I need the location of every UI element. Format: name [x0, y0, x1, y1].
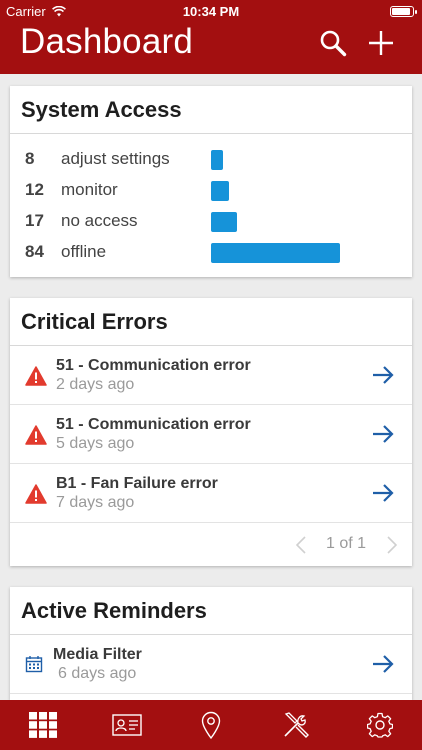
search-button[interactable] — [318, 28, 348, 58]
access-bar — [211, 243, 340, 263]
page-indicator: 1 of 1 — [326, 535, 367, 552]
reminder-row[interactable]: Media Filter 6 days ago — [10, 635, 412, 694]
arrow-right-icon[interactable] — [372, 483, 394, 503]
gear-icon — [367, 712, 393, 738]
tab-locations[interactable] — [196, 710, 226, 740]
tools-icon — [284, 712, 309, 738]
tab-dashboard[interactable] — [28, 710, 58, 740]
status-bar: Carrier 10:34 PM — [0, 4, 422, 20]
access-row[interactable]: 17 no access — [10, 205, 412, 236]
access-count: 17 — [25, 211, 44, 230]
error-row[interactable]: B1 - Fan Failure error 7 days ago — [10, 464, 412, 523]
active-reminders-title: Active Reminders — [10, 587, 412, 635]
calendar-icon — [25, 656, 43, 673]
access-row[interactable]: 8 adjust settings — [10, 143, 412, 174]
error-title: 51 - Communication error — [56, 357, 251, 374]
access-label: no access — [61, 211, 138, 230]
error-title: B1 - Fan Failure error — [56, 475, 218, 492]
warning-icon — [25, 366, 47, 386]
tab-contacts[interactable] — [112, 710, 142, 740]
grid-icon — [29, 712, 57, 738]
app-header: Carrier 10:34 PM Dashboard — [0, 0, 422, 74]
system-access-title: System Access — [10, 86, 412, 134]
system-access-card: System Access 8 adjust settings 12 monit… — [10, 86, 412, 277]
arrow-right-icon[interactable] — [372, 365, 394, 385]
access-row[interactable]: 12 monitor — [10, 174, 412, 205]
search-icon — [320, 30, 347, 57]
critical-errors-card: Critical Errors 51 - Communication error… — [10, 298, 412, 566]
access-row[interactable]: 84 offline — [10, 236, 412, 267]
access-count: 8 — [25, 149, 35, 168]
tab-service[interactable] — [281, 710, 311, 740]
warning-icon — [25, 484, 47, 504]
access-label: adjust settings — [61, 149, 170, 168]
error-time: 7 days ago — [56, 494, 135, 511]
access-bar — [211, 181, 229, 201]
reminder-time: 6 days ago — [58, 665, 137, 682]
error-row[interactable]: 51 - Communication error 2 days ago — [10, 346, 412, 405]
page-title: Dashboard — [20, 22, 194, 61]
battery-icon — [390, 6, 417, 17]
add-button[interactable] — [366, 28, 396, 58]
error-time: 5 days ago — [56, 435, 135, 452]
reminder-title: Media Filter — [53, 646, 142, 663]
access-list: 8 adjust settings 12 monitor 17 no acces… — [10, 134, 412, 267]
warning-icon — [25, 425, 47, 445]
arrow-right-icon[interactable] — [372, 424, 394, 444]
access-count: 84 — [25, 242, 44, 261]
active-reminders-card: Active Reminders Media Filter 6 days ago — [10, 587, 412, 700]
chevron-right-icon[interactable] — [385, 536, 399, 554]
error-title: 51 - Communication error — [56, 416, 251, 433]
access-count: 12 — [25, 180, 44, 199]
access-label: offline — [61, 242, 107, 261]
tab-settings[interactable] — [365, 710, 395, 740]
error-row[interactable]: 51 - Communication error 5 days ago — [10, 405, 412, 464]
chevron-left-icon[interactable] — [294, 536, 308, 554]
access-bar — [211, 150, 223, 170]
plus-icon — [369, 31, 393, 55]
access-bar — [211, 212, 237, 232]
critical-errors-title: Critical Errors — [10, 298, 412, 346]
tab-bar — [0, 700, 422, 750]
pager: 1 of 1 — [10, 523, 412, 567]
arrow-right-icon[interactable] — [372, 654, 394, 674]
id-card-icon — [112, 714, 142, 736]
status-time: 10:34 PM — [182, 4, 240, 19]
location-pin-icon — [201, 711, 221, 739]
access-label: monitor — [61, 180, 118, 199]
error-time: 2 days ago — [56, 376, 135, 393]
